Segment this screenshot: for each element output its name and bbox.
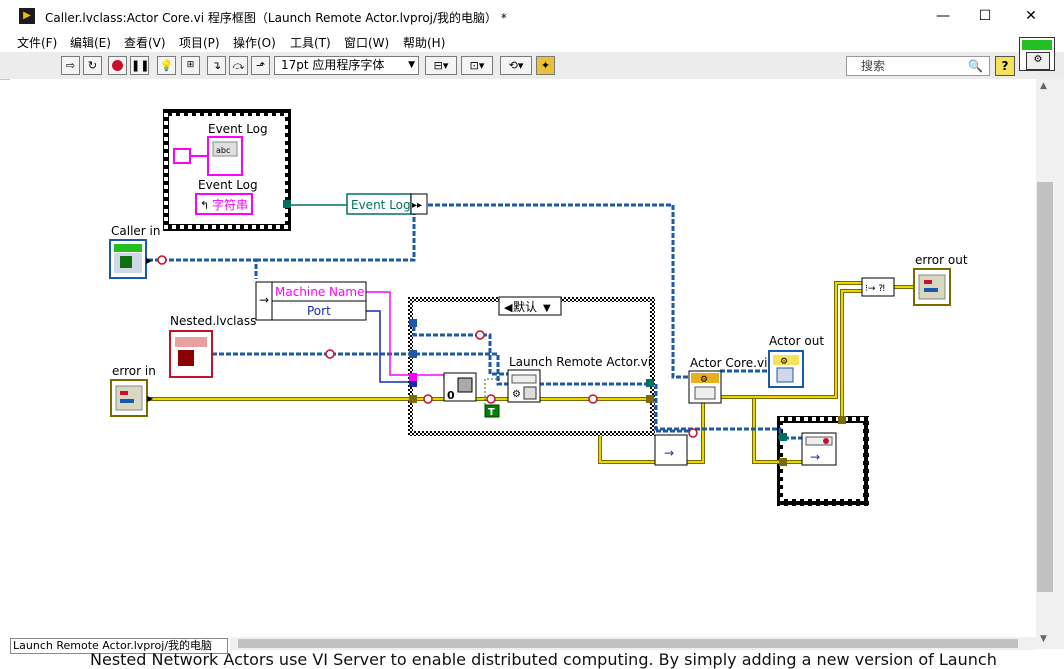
retain-wire-values-icon[interactable]: ⊞ [181,56,200,75]
arrow-right-icon: → [664,446,674,460]
search-input[interactable]: 搜索 🔍 [846,56,990,76]
error-in-label: error in [112,364,156,378]
search-placeholder: 搜索 [861,59,886,73]
actor-core-node[interactable]: ⚙ [688,370,722,404]
launch-remote-actor-label: Launch Remote Actor.vi [509,355,651,369]
font-selector[interactable]: 17pt 应用程序字体 ▼ [274,56,419,75]
unbundle-arrow-icon: → [259,293,269,307]
merge-errors-icon: ⁝→ ⁈ [865,284,885,294]
abort-icon[interactable] [108,56,127,75]
event-log-control-label: Event Log [198,178,258,192]
step-into-icon[interactable]: ↴ [207,56,226,75]
open-vi-reference-node[interactable]: 0 [443,372,477,402]
abc-text: abc [216,146,230,155]
menu-bar: 文件(F) 编辑(E) 查看(V) 项目(P) 操作(O) 工具(T) 窗口(W… [0,32,1064,52]
sequence-tunnel [283,200,291,208]
highlight-execution-icon[interactable]: 💡 [157,56,176,75]
arrow-right-icon: → [810,450,820,464]
vi-icon[interactable]: ⚙ [1019,37,1055,71]
true-constant[interactable]: T [484,404,500,418]
terminal-arrow-icon: ▶ [146,256,153,265]
step-out-icon[interactable]: ⬏ [251,56,270,75]
menu-project[interactable]: 项目(P) [179,34,220,51]
pause-icon[interactable]: ❚❚ [130,56,149,75]
nested-class-constant[interactable] [169,330,213,378]
case-selector-left-icon: ◀ [504,301,513,314]
window-title: Caller.lvclass:Actor Core.vi 程序框图（Launch… [45,11,507,25]
event-log-bundle-node[interactable]: Event Log ▸▸ [346,193,428,215]
gear-icon: ⚙ [1026,52,1050,70]
font-selector-value: 17pt 应用程序字体 [281,58,385,72]
run-arrow-icon[interactable]: ⇨ [61,56,80,75]
menu-edit[interactable]: 编辑(E) [70,34,111,51]
minimize-button[interactable]: — [920,2,966,30]
menu-file[interactable]: 文件(F) [17,34,57,51]
horizontal-scrollbar[interactable] [230,637,1036,650]
error-in-terminal[interactable]: ▶ [110,379,154,417]
step-over-icon[interactable]: ⤼ [229,56,248,75]
context-help-button[interactable]: ? [995,56,1015,76]
block-diagram[interactable]: ◀ 默认 ▼ Event Log abc Event Log ↰ 字符串 Eve… [10,79,1036,637]
case-selector-dropdown-icon: ▼ [543,303,551,314]
wait-for-actor-node[interactable]: → [654,434,688,466]
menu-window[interactable]: 窗口(W) [344,34,389,51]
event-log-control[interactable]: ↰ 字符串 [195,193,253,215]
scroll-down-icon[interactable]: ▼ [1040,634,1047,644]
horizontal-scroll-thumb[interactable] [238,639,1018,648]
actor-out-terminal[interactable]: ⚙ [768,350,804,388]
align-objects-icon[interactable]: ⊟▾ [425,56,457,75]
caller-in-terminal[interactable]: ▶ [109,239,153,279]
reorder-icon[interactable]: ⟲▾ [500,56,532,75]
menu-view[interactable]: 查看(V) [124,34,166,51]
scroll-up-icon[interactable]: ▲ [1040,81,1047,91]
event-log-bundle-label: Event Log [351,198,411,212]
zero-constant: 0 [447,389,455,402]
close-button[interactable]: ✕ [1008,2,1054,30]
vi-icon-banner [1022,40,1052,50]
caller-in-label: Caller in [111,224,160,238]
title-bar: ▶ Caller.lvclass:Actor Core.vi 程序框图（Laun… [0,0,1064,32]
nested-class-label: Nested.lvclass [170,314,256,328]
string-constant-text: 字符串 [212,197,248,212]
actor-out-label: Actor out [769,334,824,348]
error-out-label: error out [915,253,968,267]
actor-core-label: Actor Core.vi [690,356,767,370]
machine-name-label: Machine Name [275,285,364,299]
true-constant-label: T [488,407,495,418]
event-log-indicator[interactable]: abc [207,136,243,176]
string-constant-small[interactable] [173,148,191,164]
maximize-button[interactable]: ☐ [962,2,1008,30]
port-label: Port [307,304,331,318]
toolbar: ⇨ ↻ ❚❚ 💡 ⊞ ↴ ⤼ ⬏ 17pt 应用程序字体 ▼ ⊟▾ ⊡▾ ⟲▾ … [0,52,1064,80]
labview-app-icon: ▶ [19,8,35,24]
gear-icon: ⚙ [700,375,708,385]
vertical-scrollbar[interactable]: ▲ ▼ [1036,79,1064,649]
terminal-arrow-icon: ▶ [147,394,154,403]
event-log-indicator-label: Event Log [208,122,268,136]
gear-icon: ⚙ [512,389,521,400]
distribute-objects-icon[interactable]: ⊡▾ [461,56,493,75]
background-page-text: Nested Network Actors use VI Server to e… [90,650,997,669]
vertical-scroll-thumb[interactable] [1037,182,1053,592]
merge-errors-node[interactable]: ⁝→ ⁈ [861,277,895,297]
send-stop-node[interactable]: → [801,432,837,466]
run-continuously-icon[interactable]: ↻ [83,56,102,75]
chevron-down-icon: ▼ [408,60,415,70]
error-out-terminal[interactable] [913,268,951,306]
case-selector[interactable]: ◀ 默认 ▼ [498,296,562,316]
menu-tools[interactable]: 工具(T) [290,34,331,51]
case-selector-label: 默认 [513,299,537,314]
string-constant-arrow-icon: ↰ [200,199,209,212]
clean-up-diagram-icon[interactable]: ✦ [536,56,555,75]
unbundle-by-name-node[interactable]: → Machine Name Port [255,281,367,321]
bundle-arrow-icon: ▸▸ [412,200,422,211]
search-icon: 🔍 [968,59,983,73]
menu-help[interactable]: 帮助(H) [403,34,445,51]
launch-remote-actor-node[interactable]: ⚙ [507,369,541,403]
gear-icon: ⚙ [780,357,788,367]
menu-operate[interactable]: 操作(O) [233,34,276,51]
